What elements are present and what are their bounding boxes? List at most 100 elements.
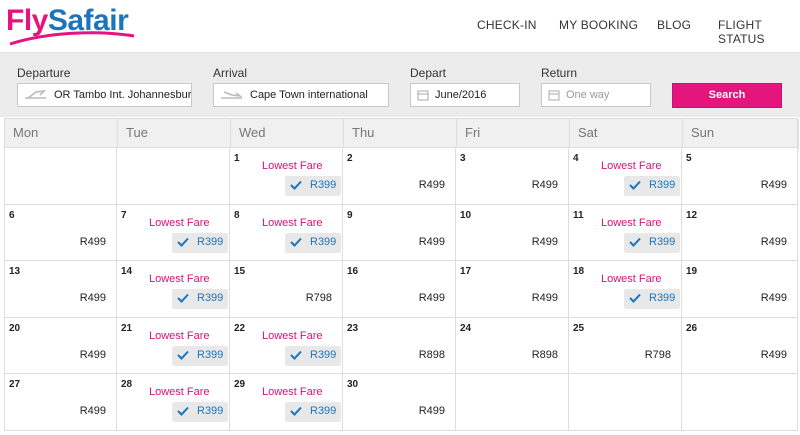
day-number: 10 — [460, 209, 472, 221]
fare-price: R499 — [79, 292, 106, 304]
selected-fare-box[interactable]: R399 — [285, 345, 341, 366]
calendar-day-16[interactable]: 16 R499 — [343, 261, 456, 318]
dow-wed: Wed — [231, 119, 344, 149]
lowest-fare-label: Lowest Fare — [149, 329, 210, 342]
nav-blog[interactable]: BLOG — [657, 18, 691, 32]
calendar-day-30[interactable]: 30 R499 — [343, 374, 456, 431]
calendar-day-20[interactable]: 20 R499 — [4, 317, 117, 374]
fare-price: R399 — [310, 348, 337, 361]
calendar-day-13[interactable]: 13 R499 — [4, 261, 117, 318]
calendar-day-23[interactable]: 23 R898 — [343, 317, 456, 374]
checkmark-icon — [177, 293, 189, 303]
lowest-fare-label: Lowest Fare — [262, 216, 323, 229]
departure-field[interactable]: OR Tambo Int. Johannesbur — [17, 83, 192, 107]
fare-price: R499 — [418, 292, 445, 304]
day-number: 18 — [573, 266, 585, 277]
lowest-fare-label: Lowest Fare — [149, 386, 210, 398]
dow-mon: Mon — [5, 119, 118, 149]
day-number: 22 — [234, 322, 246, 334]
calendar-day-28[interactable]: 28 Lowest Fare R399 — [117, 374, 230, 431]
day-number: 26 — [686, 322, 698, 334]
lowest-fare-label: Lowest Fare — [149, 273, 210, 285]
calendar-day-29[interactable]: 29 Lowest Fare R399 — [230, 374, 343, 431]
calendar-day-1[interactable]: 1 Lowest Fare R399 — [230, 148, 343, 205]
calendar-day-12[interactable]: 12 R499 — [682, 204, 798, 261]
fare-price: R898 — [531, 348, 558, 361]
checkmark-icon — [629, 293, 641, 303]
selected-fare-box[interactable]: R399 — [285, 402, 341, 422]
logo-swoosh-icon — [9, 31, 135, 46]
selected-fare-box[interactable]: R399 — [172, 345, 228, 366]
search-button[interactable]: Search — [672, 83, 782, 108]
day-number: 11 — [573, 209, 584, 221]
calendar-day-4[interactable]: 4 Lowest Fare R399 — [569, 148, 682, 205]
calendar-day-17[interactable]: 17 R499 — [456, 261, 569, 318]
calendar-day-11[interactable]: 11 Lowest Fare R399 — [569, 204, 682, 261]
selected-fare-box[interactable]: R399 — [624, 232, 680, 253]
lowest-fare-label: Lowest Fare — [262, 329, 323, 342]
checkmark-icon — [290, 180, 302, 190]
calendar-day-10[interactable]: 10 R499 — [456, 204, 569, 261]
calendar-day-26[interactable]: 26 R499 — [682, 317, 798, 374]
calendar-day-8[interactable]: 8 Lowest Fare R399 — [230, 204, 343, 261]
calendar-day-18[interactable]: 18 Lowest Fare R399 — [569, 261, 682, 318]
nav-flight-status[interactable]: FLIGHT STATUS — [718, 18, 800, 46]
calendar-day-15[interactable]: 15 R798 — [230, 261, 343, 318]
fare-price: R499 — [531, 292, 558, 304]
calendar-empty-cell — [569, 374, 682, 431]
day-number: 25 — [573, 322, 585, 334]
calendar-day-14[interactable]: 14 Lowest Fare R399 — [117, 261, 230, 318]
lowest-fare-label: Lowest Fare — [262, 386, 323, 398]
fare-price: R399 — [649, 179, 676, 191]
calendar-day-27[interactable]: 27 R499 — [4, 374, 117, 431]
selected-fare-box[interactable]: R399 — [172, 402, 228, 422]
calendar-day-19[interactable]: 19 R499 — [682, 261, 798, 318]
calendar-empty-cell — [682, 374, 798, 431]
nav-my-booking[interactable]: MY BOOKING — [559, 18, 638, 32]
site-header: FlySafair CHECK-IN MY BOOKING BLOG FLIGH… — [0, 0, 800, 52]
day-number: 4 — [573, 153, 579, 164]
calendar-day-5[interactable]: 5 R499 — [682, 148, 798, 205]
checkmark-icon — [177, 350, 189, 360]
calendar-day-22[interactable]: 22 Lowest Fare R399 — [230, 317, 343, 374]
calendar-day-7[interactable]: 7 Lowest Fare R399 — [117, 204, 230, 261]
fare-price: R499 — [79, 235, 106, 248]
fare-price: R499 — [531, 235, 558, 248]
calendar-day-3[interactable]: 3 R499 — [456, 148, 569, 205]
day-number: 28 — [121, 379, 133, 390]
selected-fare-box[interactable]: R399 — [285, 176, 341, 196]
day-number: 17 — [460, 266, 472, 277]
return-date-field[interactable]: One way — [541, 83, 651, 107]
day-number: 23 — [347, 322, 359, 334]
fare-price: R399 — [649, 235, 676, 248]
day-number: 14 — [121, 266, 133, 277]
plane-takeoff-icon — [25, 89, 47, 99]
calendar-day-24[interactable]: 24 R898 — [456, 317, 569, 374]
nav-check-in[interactable]: CHECK-IN — [477, 18, 537, 32]
calendar-day-25[interactable]: 25 R798 — [569, 317, 682, 374]
selected-fare-box[interactable]: R399 — [172, 289, 228, 309]
flysafair-logo[interactable]: FlySafair — [6, 4, 135, 48]
calendar-day-6[interactable]: 6 R499 — [4, 204, 117, 261]
selected-fare-box[interactable]: R399 — [624, 289, 680, 309]
depart-date-field[interactable]: June/2016 — [410, 83, 520, 107]
checkmark-icon — [290, 350, 302, 360]
day-number: 3 — [460, 153, 466, 164]
selected-fare-box[interactable]: R399 — [624, 176, 680, 196]
fare-price: R399 — [197, 292, 224, 304]
fare-price: R499 — [760, 179, 787, 191]
fare-price: R499 — [418, 179, 445, 191]
plane-landing-icon — [221, 91, 243, 99]
lowest-fare-label: Lowest Fare — [601, 160, 662, 172]
selected-fare-box[interactable]: R399 — [172, 232, 228, 253]
calendar-day-2[interactable]: 2 R499 — [343, 148, 456, 205]
selected-fare-box[interactable]: R399 — [285, 232, 341, 253]
calendar-empty-cell — [4, 148, 117, 205]
fare-price: R499 — [760, 235, 787, 248]
arrival-field[interactable]: Cape Town international — [213, 83, 389, 107]
day-number: 13 — [9, 266, 21, 277]
calendar-day-21[interactable]: 21 Lowest Fare R399 — [117, 317, 230, 374]
dow-fri: Fri — [457, 119, 570, 149]
calendar-day-9[interactable]: 9 R499 — [343, 204, 456, 261]
calendar-icon — [548, 90, 560, 101]
